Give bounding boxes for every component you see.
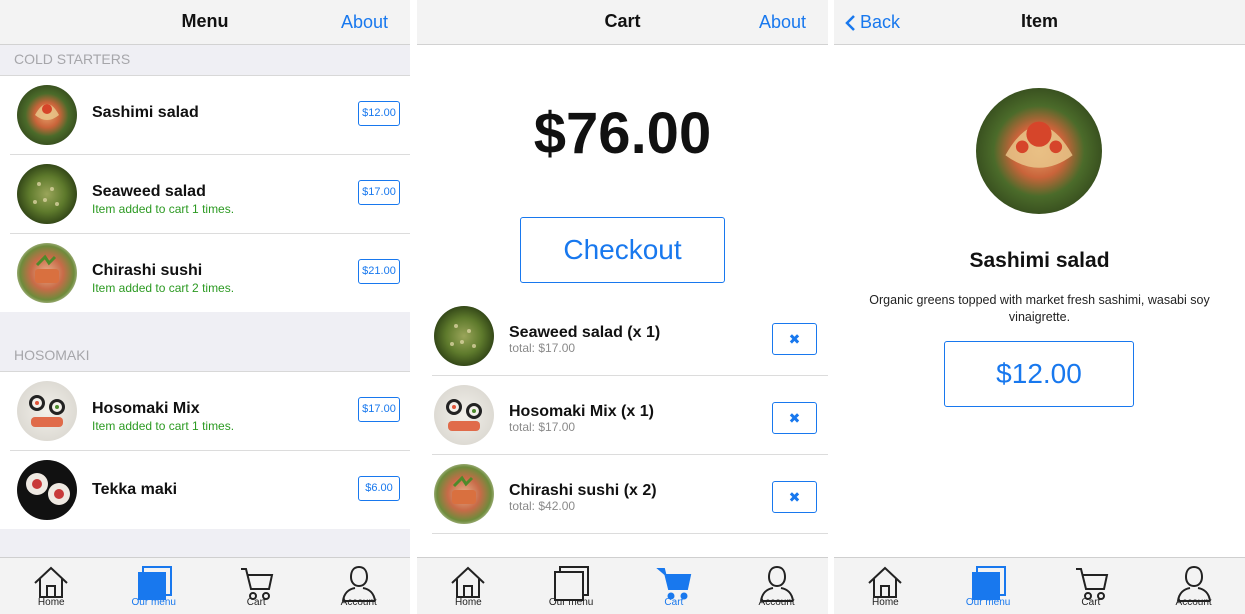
screen-divider	[410, 0, 417, 614]
cart-count-note: Item added to cart 1 times.	[92, 419, 235, 433]
page-title: Item	[1020, 11, 1058, 31]
menu-navbar: Menu About	[0, 0, 410, 45]
item-screen: Back Item Sashimi salad Organic greens t…	[834, 0, 1245, 614]
tab-our-menu[interactable]: Our menu	[520, 558, 623, 614]
add-to-cart-price-button[interactable]: $12.00	[944, 341, 1134, 407]
menu-item-row[interactable]: Hosomaki Mix Item added to cart 1 times.…	[10, 372, 410, 451]
cart-count-note: Item added to cart 2 times.	[92, 281, 235, 295]
add-to-cart-price-button[interactable]: $17.00	[358, 397, 400, 422]
tab-home[interactable]: Home	[834, 558, 937, 614]
menu-item-name: Hosomaki Mix	[92, 400, 200, 417]
tab-bar: Home Our menu Cart Account	[0, 557, 410, 614]
tab-label: Home	[872, 597, 899, 608]
cart-total: $76.00	[533, 101, 712, 166]
add-to-cart-price-button[interactable]: $12.00	[358, 101, 400, 126]
close-icon: ✖	[788, 410, 801, 426]
tekka-maki-photo	[17, 460, 77, 520]
cart-item-row: Chirashi sushi (x 2) total: $42.00 ✖	[432, 455, 828, 534]
tab-label: Home	[455, 597, 482, 608]
tab-label: Account	[340, 597, 377, 608]
close-icon: ✖	[788, 331, 801, 347]
tab-account[interactable]: Account	[308, 558, 411, 614]
tab-bar: Home Our menu Cart Account	[834, 557, 1245, 614]
tab-label: Account	[758, 597, 795, 608]
cart-count-note: Item added to cart 1 times.	[92, 202, 235, 216]
hosomaki-mix-photo	[17, 381, 77, 441]
remove-item-button[interactable]: ✖	[772, 402, 817, 434]
chirashi-sushi-photo	[17, 243, 77, 303]
cart-screen: Cart About $76.00 Checkout Seaweed salad…	[417, 0, 828, 614]
checkout-button[interactable]: Checkout	[520, 217, 725, 283]
tab-account[interactable]: Account	[1142, 558, 1245, 614]
tab-label: Cart	[664, 597, 684, 608]
add-to-cart-price-button[interactable]: $17.00	[358, 180, 400, 205]
cart-item-row: Hosomaki Mix (x 1) total: $17.00 ✖	[432, 376, 828, 455]
section-header-cold-starters: COLD STARTERS	[0, 45, 410, 76]
tab-label: Account	[1175, 597, 1212, 608]
tab-account[interactable]: Account	[725, 558, 828, 614]
cart-item-name: Hosomaki Mix (x 1)	[509, 403, 654, 420]
cart-item-total: total: $17.00	[509, 341, 576, 355]
cart-item-name: Chirashi sushi (x 2)	[509, 482, 657, 499]
tab-bar: Home Our menu Cart Account	[417, 557, 828, 614]
seaweed-salad-photo	[17, 164, 77, 224]
menu-item-name: Sashimi salad	[92, 104, 199, 121]
close-icon: ✖	[788, 489, 801, 505]
cart-item-total: total: $42.00	[509, 499, 576, 513]
menu-item-name: Tekka maki	[92, 481, 178, 498]
about-link[interactable]: About	[759, 12, 806, 33]
section-header-hosomaki: HOSOMAKI	[0, 341, 410, 372]
tab-cart[interactable]: Cart	[623, 558, 726, 614]
tab-our-menu[interactable]: Our menu	[103, 558, 206, 614]
cart-navbar: Cart About	[417, 0, 828, 45]
menu-item-row[interactable]: Tekka maki $6.00	[10, 451, 410, 530]
item-name: Sashimi salad	[969, 249, 1110, 272]
section-divider	[0, 312, 410, 342]
cart-item-name: Seaweed salad (x 1)	[509, 324, 661, 341]
tab-home[interactable]: Home	[417, 558, 520, 614]
menu-item-row[interactable]: Seaweed salad Item added to cart 1 times…	[10, 155, 410, 234]
menu-item-row[interactable]: Sashimi salad $12.00	[10, 76, 410, 155]
tab-home[interactable]: Home	[0, 558, 103, 614]
sashimi-salad-photo	[976, 88, 1102, 214]
cart-item-row: Seaweed salad (x 1) total: $17.00 ✖	[432, 297, 828, 376]
tab-cart[interactable]: Cart	[205, 558, 308, 614]
menu-item-name: Chirashi sushi	[92, 262, 203, 279]
menu-item-row[interactable]: Chirashi sushi Item added to cart 2 time…	[10, 234, 410, 313]
tab-label: Our menu	[548, 597, 594, 608]
tab-label: Our menu	[965, 597, 1011, 608]
remove-item-button[interactable]: ✖	[772, 323, 817, 355]
tab-label: Cart	[246, 597, 266, 608]
tab-label: Home	[37, 597, 65, 608]
tab-label: Cart	[1081, 597, 1101, 608]
tab-label: Our menu	[131, 597, 176, 608]
chirashi-sushi-photo	[434, 464, 494, 524]
remove-item-button[interactable]: ✖	[772, 481, 817, 513]
seaweed-salad-photo	[434, 306, 494, 366]
hosomaki-mix-photo	[434, 385, 494, 445]
about-link[interactable]: About	[341, 12, 388, 33]
item-description: Organic greens topped with market fresh …	[869, 293, 1210, 324]
tab-cart[interactable]: Cart	[1040, 558, 1143, 614]
add-to-cart-price-button[interactable]: $6.00	[358, 476, 400, 501]
cart-item-total: total: $17.00	[509, 420, 576, 434]
menu-item-name: Seaweed salad	[92, 183, 206, 200]
add-to-cart-price-button[interactable]: $21.00	[358, 259, 400, 284]
item-navbar: Back Item	[834, 0, 1245, 45]
sashimi-salad-photo	[17, 85, 77, 145]
tab-our-menu[interactable]: Our menu	[937, 558, 1040, 614]
section-divider	[0, 529, 410, 559]
menu-screen: Menu About COLD STARTERS Sashimi salad $…	[0, 0, 410, 614]
